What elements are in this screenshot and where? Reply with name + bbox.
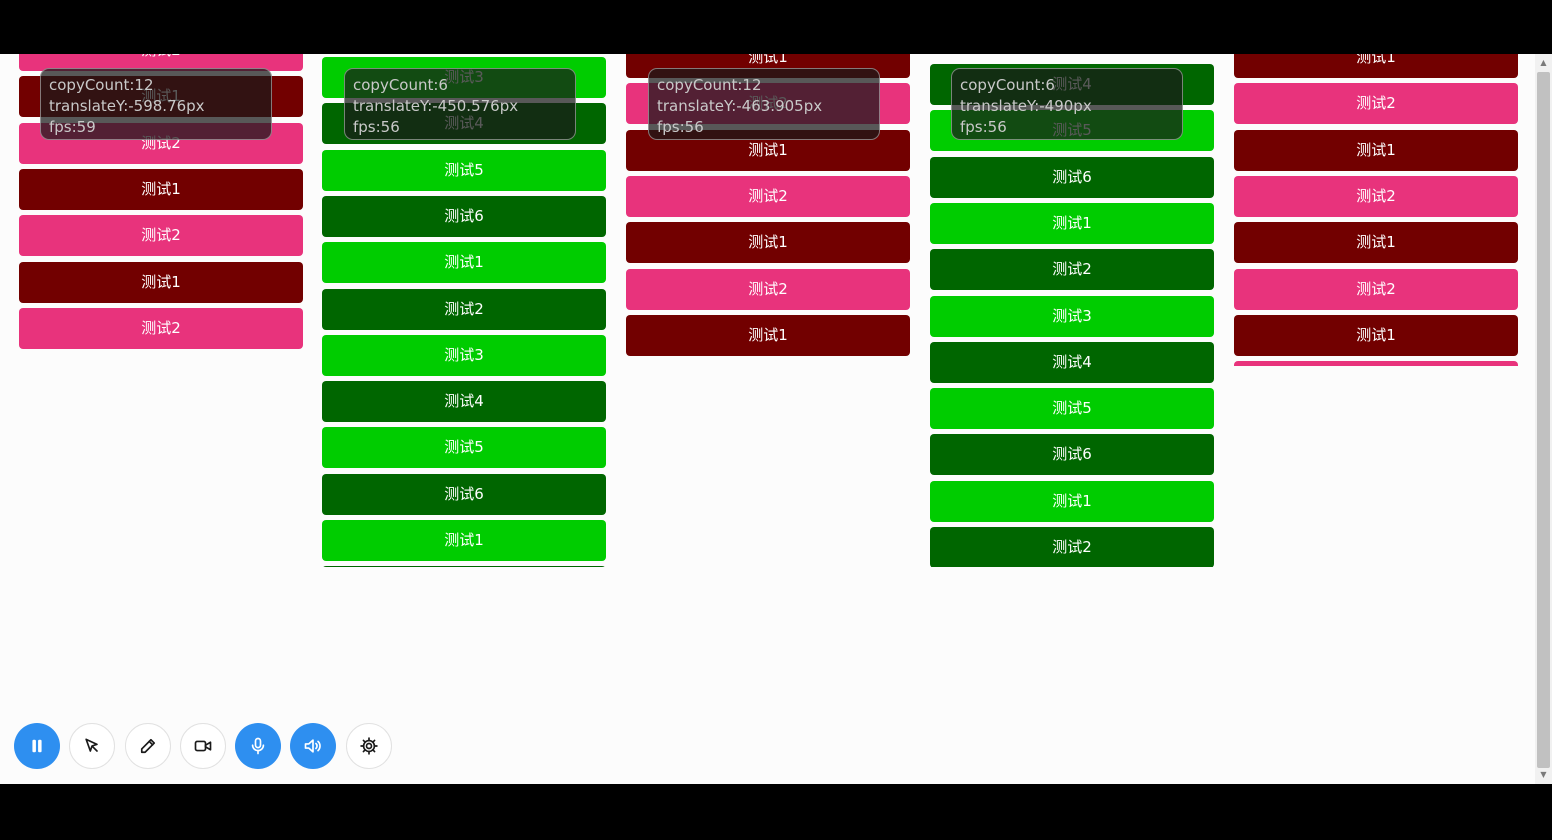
list-item[interactable]: 测试1 xyxy=(1234,222,1518,264)
list-item[interactable]: 测试2 xyxy=(1234,175,1518,217)
scroll-down-arrow-icon[interactable]: ▼ xyxy=(1535,767,1552,783)
list-item[interactable]: 测试3 xyxy=(322,334,606,376)
list-item[interactable]: 测试3 xyxy=(930,295,1214,337)
list-item[interactable]: 测试2 xyxy=(930,527,1214,567)
list-item[interactable]: 测试6 xyxy=(322,473,606,515)
list-item[interactable]: 测试1 xyxy=(930,202,1214,244)
microphone-icon xyxy=(251,737,265,755)
fps-text: fps:56 xyxy=(657,118,704,136)
translate-y-text: translateY:-463.905px xyxy=(657,97,823,115)
cursor-icon xyxy=(85,738,98,752)
stats-overlay: copyCount:6 translateY:-450.576px fps:56 xyxy=(344,68,576,140)
scrollbar-thumb[interactable] xyxy=(1537,72,1550,768)
list-item[interactable]: 测试1 xyxy=(19,168,303,210)
pause-icon xyxy=(32,739,42,753)
list-item[interactable]: 测试2 xyxy=(626,268,910,310)
scroll-column-3: 测试1测试2测试1测试2测试1测试2测试1 copyCount:12 trans… xyxy=(626,54,910,364)
list-item[interactable]: 测试6 xyxy=(322,195,606,237)
fps-text: fps:59 xyxy=(49,118,96,136)
translate-y-text: translateY:-490px xyxy=(960,97,1092,115)
fps-text: fps:56 xyxy=(960,118,1007,136)
pause-button[interactable] xyxy=(14,723,60,769)
scroll-column-1: 测试2测试1测试2测试1测试2测试1测试2 copyCount:12 trans… xyxy=(19,54,303,366)
list-item[interactable]: 测试4 xyxy=(930,341,1214,383)
translate-y-text: translateY:-598.76px xyxy=(49,97,205,115)
scroll-up-arrow-icon[interactable]: ▲ xyxy=(1535,55,1552,71)
copy-count-text: copyCount:6 xyxy=(960,76,1055,94)
page-scrollbar[interactable]: ▲ ▼ xyxy=(1535,54,1552,784)
stats-overlay: copyCount:12 translateY:-463.905px fps:5… xyxy=(648,68,880,140)
list-item[interactable]: 测试1 xyxy=(1234,129,1518,171)
fps-text: fps:56 xyxy=(353,118,400,136)
scroll-column-4: 测试4测试5测试6测试1测试2测试3测试4测试5测试6测试1测试2 copyCo… xyxy=(930,54,1214,567)
pencil-icon xyxy=(140,738,156,754)
scroll-column-2: 测试3测试4测试5测试6测试1测试2测试3测试4测试5测试6测试1测试2 cop… xyxy=(322,54,606,567)
video-camera-icon xyxy=(194,740,212,752)
page-viewport: 测试2测试1测试2测试1测试2测试1测试2 copyCount:12 trans… xyxy=(0,54,1552,784)
list-item[interactable]: 测试2 xyxy=(19,215,303,257)
stats-overlay: copyCount:6 translateY:-490px fps:56 xyxy=(951,68,1183,140)
gear-icon xyxy=(360,737,378,755)
list-item[interactable]: 测试1 xyxy=(322,520,606,561)
list-item[interactable]: 测试5 xyxy=(322,427,606,469)
draw-tool-button[interactable] xyxy=(125,723,171,769)
stats-overlay: copyCount:12 translateY:-598.76px fps:59 xyxy=(40,68,272,140)
list-item[interactable]: 测试1 xyxy=(930,480,1214,522)
list-item[interactable]: 测试1 xyxy=(626,314,910,356)
list-item[interactable]: 测试1 xyxy=(322,242,606,284)
list-item[interactable]: 测试5 xyxy=(322,149,606,191)
list-item[interactable]: 测试1 xyxy=(626,222,910,264)
list-item[interactable]: 测试4 xyxy=(322,381,606,423)
speaker-icon xyxy=(304,739,321,753)
list-item[interactable]: 测试2 xyxy=(1234,268,1518,310)
copy-count-text: copyCount:6 xyxy=(353,76,448,94)
list-item[interactable]: 测试1 xyxy=(19,261,303,303)
microphone-button[interactable] xyxy=(235,723,281,769)
copy-count-text: copyCount:12 xyxy=(657,76,762,94)
list-item[interactable]: 测试2 xyxy=(1234,83,1518,125)
list-item[interactable]: 测试1 xyxy=(1234,54,1518,78)
list-item[interactable]: 测试2 xyxy=(322,288,606,330)
select-tool-button[interactable] xyxy=(69,723,115,769)
settings-button[interactable] xyxy=(346,723,392,769)
list-item[interactable]: 测试6 xyxy=(930,434,1214,476)
list-item[interactable]: 测试2 xyxy=(626,175,910,217)
list-item[interactable]: 测试1 xyxy=(1234,314,1518,356)
list-item[interactable]: 测试2 xyxy=(930,249,1214,291)
camera-button[interactable] xyxy=(180,723,226,769)
scroll-column-5: 测试1测试2测试1测试2测试1测试2测试1测试2 xyxy=(1234,54,1518,366)
list-item[interactable]: 测试6 xyxy=(930,156,1214,198)
speaker-button[interactable] xyxy=(290,723,336,769)
list-item[interactable]: 测试5 xyxy=(930,388,1214,430)
list-item[interactable]: 测试2 xyxy=(19,307,303,349)
translate-y-text: translateY:-450.576px xyxy=(353,97,519,115)
list-item[interactable]: 测试2 xyxy=(322,566,606,567)
copy-count-text: copyCount:12 xyxy=(49,76,154,94)
list-item[interactable]: 测试2 xyxy=(1234,361,1518,366)
